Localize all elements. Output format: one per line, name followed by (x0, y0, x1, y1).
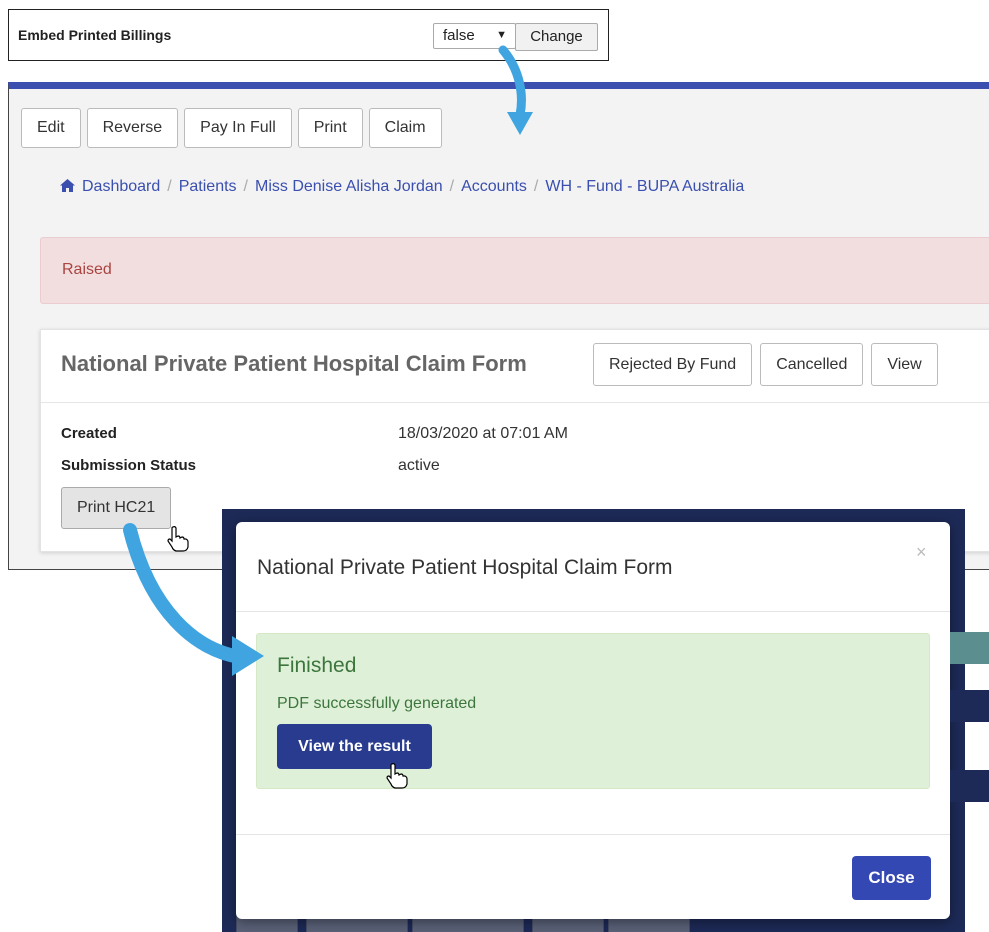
close-button[interactable]: Close (852, 856, 931, 900)
print-button[interactable]: Print (297, 108, 363, 148)
close-icon[interactable]: × (916, 542, 927, 563)
home-icon (60, 179, 75, 195)
cancelled-button[interactable]: Cancelled (760, 343, 864, 386)
edit-button[interactable]: Edit (21, 108, 81, 148)
account-page: Edit Reverse Pay In Full Print Claim Das… (8, 82, 989, 570)
embed-printed-billings-setting: Embed Printed Billings false ▼ Change (8, 9, 609, 61)
claim-actions: Rejected By Fund Cancelled View (593, 343, 938, 386)
status-alert-text: Raised (62, 261, 112, 278)
embed-printed-billings-select[interactable]: false ▼ (433, 23, 516, 49)
breadcrumb-separator: / (167, 178, 172, 195)
breadcrumb-separator: / (533, 178, 539, 195)
success-alert: Finished PDF successfully generated View… (256, 633, 930, 789)
print-hc21-button[interactable]: Print HC21 (61, 487, 172, 529)
dropdown-caret-icon: ▼ (496, 29, 507, 41)
claim-button[interactable]: Claim (368, 108, 442, 148)
obscured-content (950, 770, 989, 802)
hand-cursor-icon (386, 763, 408, 789)
change-button[interactable]: Change (515, 23, 598, 51)
submission-status-value: active (398, 457, 440, 474)
modal-title: National Private Patient Hospital Claim … (257, 556, 673, 579)
view-button[interactable]: View (871, 343, 938, 386)
divider (41, 402, 989, 403)
setting-label: Embed Printed Billings (18, 27, 172, 43)
status-alert: Raised (40, 237, 989, 304)
claim-title: National Private Patient Hospital Claim … (61, 351, 527, 376)
select-value: false (443, 27, 475, 44)
breadcrumb: Dashboard / Patients / Miss Denise Alish… (60, 178, 744, 196)
toolbar: Edit Reverse Pay In Full Print Claim (21, 108, 442, 148)
breadcrumb-fund[interactable]: WH - Fund - BUPA Australia (545, 178, 744, 196)
breadcrumb-dashboard[interactable]: Dashboard (82, 178, 160, 196)
obscured-content (950, 632, 989, 664)
hand-cursor-icon (167, 526, 189, 552)
submission-status-label: Submission Status (61, 457, 197, 474)
created-value: 18/03/2020 at 07:01 AM (398, 425, 568, 442)
breadcrumb-accounts[interactable]: Accounts (461, 178, 527, 196)
obscured-content (950, 690, 989, 722)
breadcrumb-separator: / (243, 178, 248, 195)
modal-footer-divider (236, 834, 950, 835)
view-result-button[interactable]: View the result (277, 724, 432, 769)
pdf-modal: National Private Patient Hospital Claim … (236, 522, 950, 919)
success-message: PDF successfully generated (277, 695, 477, 712)
created-label: Created (61, 425, 117, 442)
rejected-by-fund-button[interactable]: Rejected By Fund (593, 343, 753, 386)
reverse-button[interactable]: Reverse (86, 108, 179, 148)
pay-in-full-button[interactable]: Pay In Full (184, 108, 292, 148)
modal-header-divider (236, 611, 950, 612)
breadcrumb-patient-name[interactable]: Miss Denise Alisha Jordan (255, 178, 443, 196)
breadcrumb-separator: / (449, 178, 455, 195)
success-title: Finished (277, 654, 357, 677)
breadcrumb-patients[interactable]: Patients (179, 178, 237, 196)
